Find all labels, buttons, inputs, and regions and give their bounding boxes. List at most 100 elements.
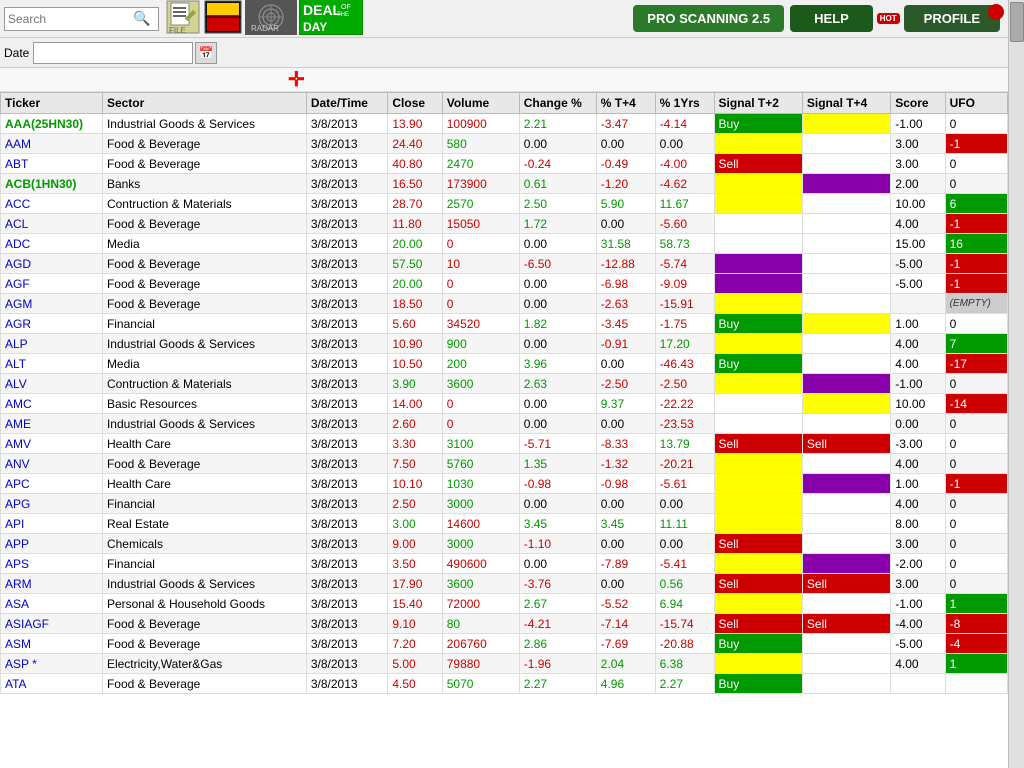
- cell-pct-1yr: -15.91: [655, 294, 714, 314]
- table-row[interactable]: ASAPersonal & Household Goods3/8/201315.…: [1, 594, 1008, 614]
- table-row[interactable]: ACB(1HN30)Banks3/8/201316.501739000.61-1…: [1, 174, 1008, 194]
- cell-ufo: 0: [945, 374, 1007, 394]
- cell-score: 4.00: [891, 494, 945, 514]
- cell-pct-t4: -2.63: [596, 294, 655, 314]
- table-row[interactable]: AGFFood & Beverage3/8/201320.0000.00-6.9…: [1, 274, 1008, 294]
- search-input[interactable]: [8, 12, 133, 26]
- table-row[interactable]: ALTMedia3/8/201310.502003.960.00-46.43Bu…: [1, 354, 1008, 374]
- table-row[interactable]: AMEIndustrial Goods & Services3/8/20132.…: [1, 414, 1008, 434]
- svg-text:DAY: DAY: [303, 20, 327, 34]
- cell-sector: Food & Beverage: [102, 454, 306, 474]
- table-row[interactable]: ANVFood & Beverage3/8/20137.5057601.35-1…: [1, 454, 1008, 474]
- cell-signal-t2: [714, 374, 802, 394]
- col-header-volume: Volume: [442, 93, 519, 114]
- cell-pct-t4: 0.00: [596, 354, 655, 374]
- cell-score: 1.00: [891, 474, 945, 494]
- table-row[interactable]: ASMFood & Beverage3/8/20137.202067602.86…: [1, 634, 1008, 654]
- col-header-ticker: Ticker: [1, 93, 103, 114]
- cell-ufo: 0: [945, 314, 1007, 334]
- cell-score: 3.00: [891, 134, 945, 154]
- cell-signal-t4: [802, 534, 890, 554]
- cell-signal-t2: Buy: [714, 114, 802, 134]
- cell-pct-t4: 4.96: [596, 674, 655, 694]
- cell-signal-t2: [714, 194, 802, 214]
- scrollbar[interactable]: [1008, 0, 1024, 768]
- cell-close: 10.90: [388, 334, 442, 354]
- table-row[interactable]: ALPIndustrial Goods & Services3/8/201310…: [1, 334, 1008, 354]
- scrollbar-thumb[interactable]: [1010, 2, 1024, 42]
- cell-change: 0.00: [519, 554, 596, 574]
- table-row[interactable]: ACCContruction & Materials3/8/201328.702…: [1, 194, 1008, 214]
- table-row[interactable]: AMVHealth Care3/8/20133.303100-5.71-8.33…: [1, 434, 1008, 454]
- search-button[interactable]: 🔍: [133, 10, 150, 27]
- table-row[interactable]: APSFinancial3/8/20133.504906000.00-7.89-…: [1, 554, 1008, 574]
- col-header-pct-t4: % T+4: [596, 93, 655, 114]
- cell-close: 5.00: [388, 654, 442, 674]
- cell-close: 15.40: [388, 594, 442, 614]
- radar-icon[interactable]: RADAR: [245, 0, 297, 38]
- table-row[interactable]: ACLFood & Beverage3/8/201311.80150501.72…: [1, 214, 1008, 234]
- cell-score: -5.00: [891, 254, 945, 274]
- bag-icon[interactable]: [203, 0, 243, 38]
- cell-signal-t4: [802, 314, 890, 334]
- table-row[interactable]: ASP *Electricity,Water&Gas3/8/20135.0079…: [1, 654, 1008, 674]
- table-row[interactable]: AAMFood & Beverage3/8/201324.405800.000.…: [1, 134, 1008, 154]
- cell-pct-t4: 2.04: [596, 654, 655, 674]
- cell-signal-t2: [714, 174, 802, 194]
- cell-signal-t2: [714, 414, 802, 434]
- cell-ufo: 7: [945, 334, 1007, 354]
- calendar-button[interactable]: 📅: [195, 42, 217, 64]
- cell-sector: Food & Beverage: [102, 674, 306, 694]
- table-row[interactable]: AGRFinancial3/8/20135.60345201.82-3.45-1…: [1, 314, 1008, 334]
- table-row[interactable]: AMCBasic Resources3/8/201314.0000.009.37…: [1, 394, 1008, 414]
- cell-volume: 3000: [442, 494, 519, 514]
- cell-ufo: 0: [945, 514, 1007, 534]
- cell-volume: 10: [442, 254, 519, 274]
- table-row[interactable]: APCHealth Care3/8/201310.101030-0.98-0.9…: [1, 474, 1008, 494]
- cell-pct-t4: 0.00: [596, 214, 655, 234]
- cell-ticker: APP: [1, 534, 103, 554]
- col-header-sig-t4: Signal T+4: [802, 93, 890, 114]
- cell-signal-t2: Buy: [714, 354, 802, 374]
- cell-change: 2.63: [519, 374, 596, 394]
- table-row[interactable]: ARMIndustrial Goods & Services3/8/201317…: [1, 574, 1008, 594]
- table-container[interactable]: Ticker Sector Date/Time Close Volume Cha…: [0, 92, 1008, 768]
- deal-of-day-icon[interactable]: DEAL OF THE DAY: [299, 0, 363, 38]
- cell-signal-t4: [802, 214, 890, 234]
- cell-close: 9.10: [388, 614, 442, 634]
- table-row[interactable]: APIReal Estate3/8/20133.00146003.453.451…: [1, 514, 1008, 534]
- cell-signal-t2: Sell: [714, 154, 802, 174]
- pro-scanning-button[interactable]: PRO SCANNING 2.5: [633, 5, 784, 32]
- table-row[interactable]: APGFinancial3/8/20132.5030000.000.000.00…: [1, 494, 1008, 514]
- cell-change: 3.96: [519, 354, 596, 374]
- table-row[interactable]: ADCMedia3/8/201320.0000.0031.5858.7315.0…: [1, 234, 1008, 254]
- cell-ufo: [945, 674, 1007, 694]
- table-row[interactable]: ATAFood & Beverage3/8/20134.5050702.274.…: [1, 674, 1008, 694]
- cell-signal-t2: [714, 554, 802, 574]
- cell-score: 1.00: [891, 314, 945, 334]
- cell-score: 2.00: [891, 174, 945, 194]
- cell-score: 8.00: [891, 514, 945, 534]
- help-button[interactable]: HELP: [790, 5, 873, 32]
- cell-pct-1yr: 6.38: [655, 654, 714, 674]
- cell-signal-t4: [802, 494, 890, 514]
- cell-ticker: ACC: [1, 194, 103, 214]
- table-row[interactable]: ASIAGFFood & Beverage3/8/20139.1080-4.21…: [1, 614, 1008, 634]
- cell-change: 2.50: [519, 194, 596, 214]
- table-row[interactable]: AGMFood & Beverage3/8/201318.5000.00-2.6…: [1, 294, 1008, 314]
- cell-ufo: -4: [945, 634, 1007, 654]
- cell-pct-t4: -0.91: [596, 334, 655, 354]
- profile-button[interactable]: PROFILE: [904, 5, 1000, 32]
- table-row[interactable]: AAA(25HN30)Industrial Goods & Services3/…: [1, 114, 1008, 134]
- table-row[interactable]: ALVContruction & Materials3/8/20133.9036…: [1, 374, 1008, 394]
- file-icon[interactable]: FILE: [165, 0, 201, 38]
- cell-ticker: ACB(1HN30): [1, 174, 103, 194]
- col-header-close: Close: [388, 93, 442, 114]
- cell-ticker: ALV: [1, 374, 103, 394]
- date-input[interactable]: [33, 42, 193, 64]
- cell-signal-t2: [714, 214, 802, 234]
- cell-ticker: ARM: [1, 574, 103, 594]
- table-row[interactable]: ABTFood & Beverage3/8/201340.802470-0.24…: [1, 154, 1008, 174]
- table-row[interactable]: APPChemicals3/8/20139.003000-1.100.000.0…: [1, 534, 1008, 554]
- table-row[interactable]: AGDFood & Beverage3/8/201357.5010-6.50-1…: [1, 254, 1008, 274]
